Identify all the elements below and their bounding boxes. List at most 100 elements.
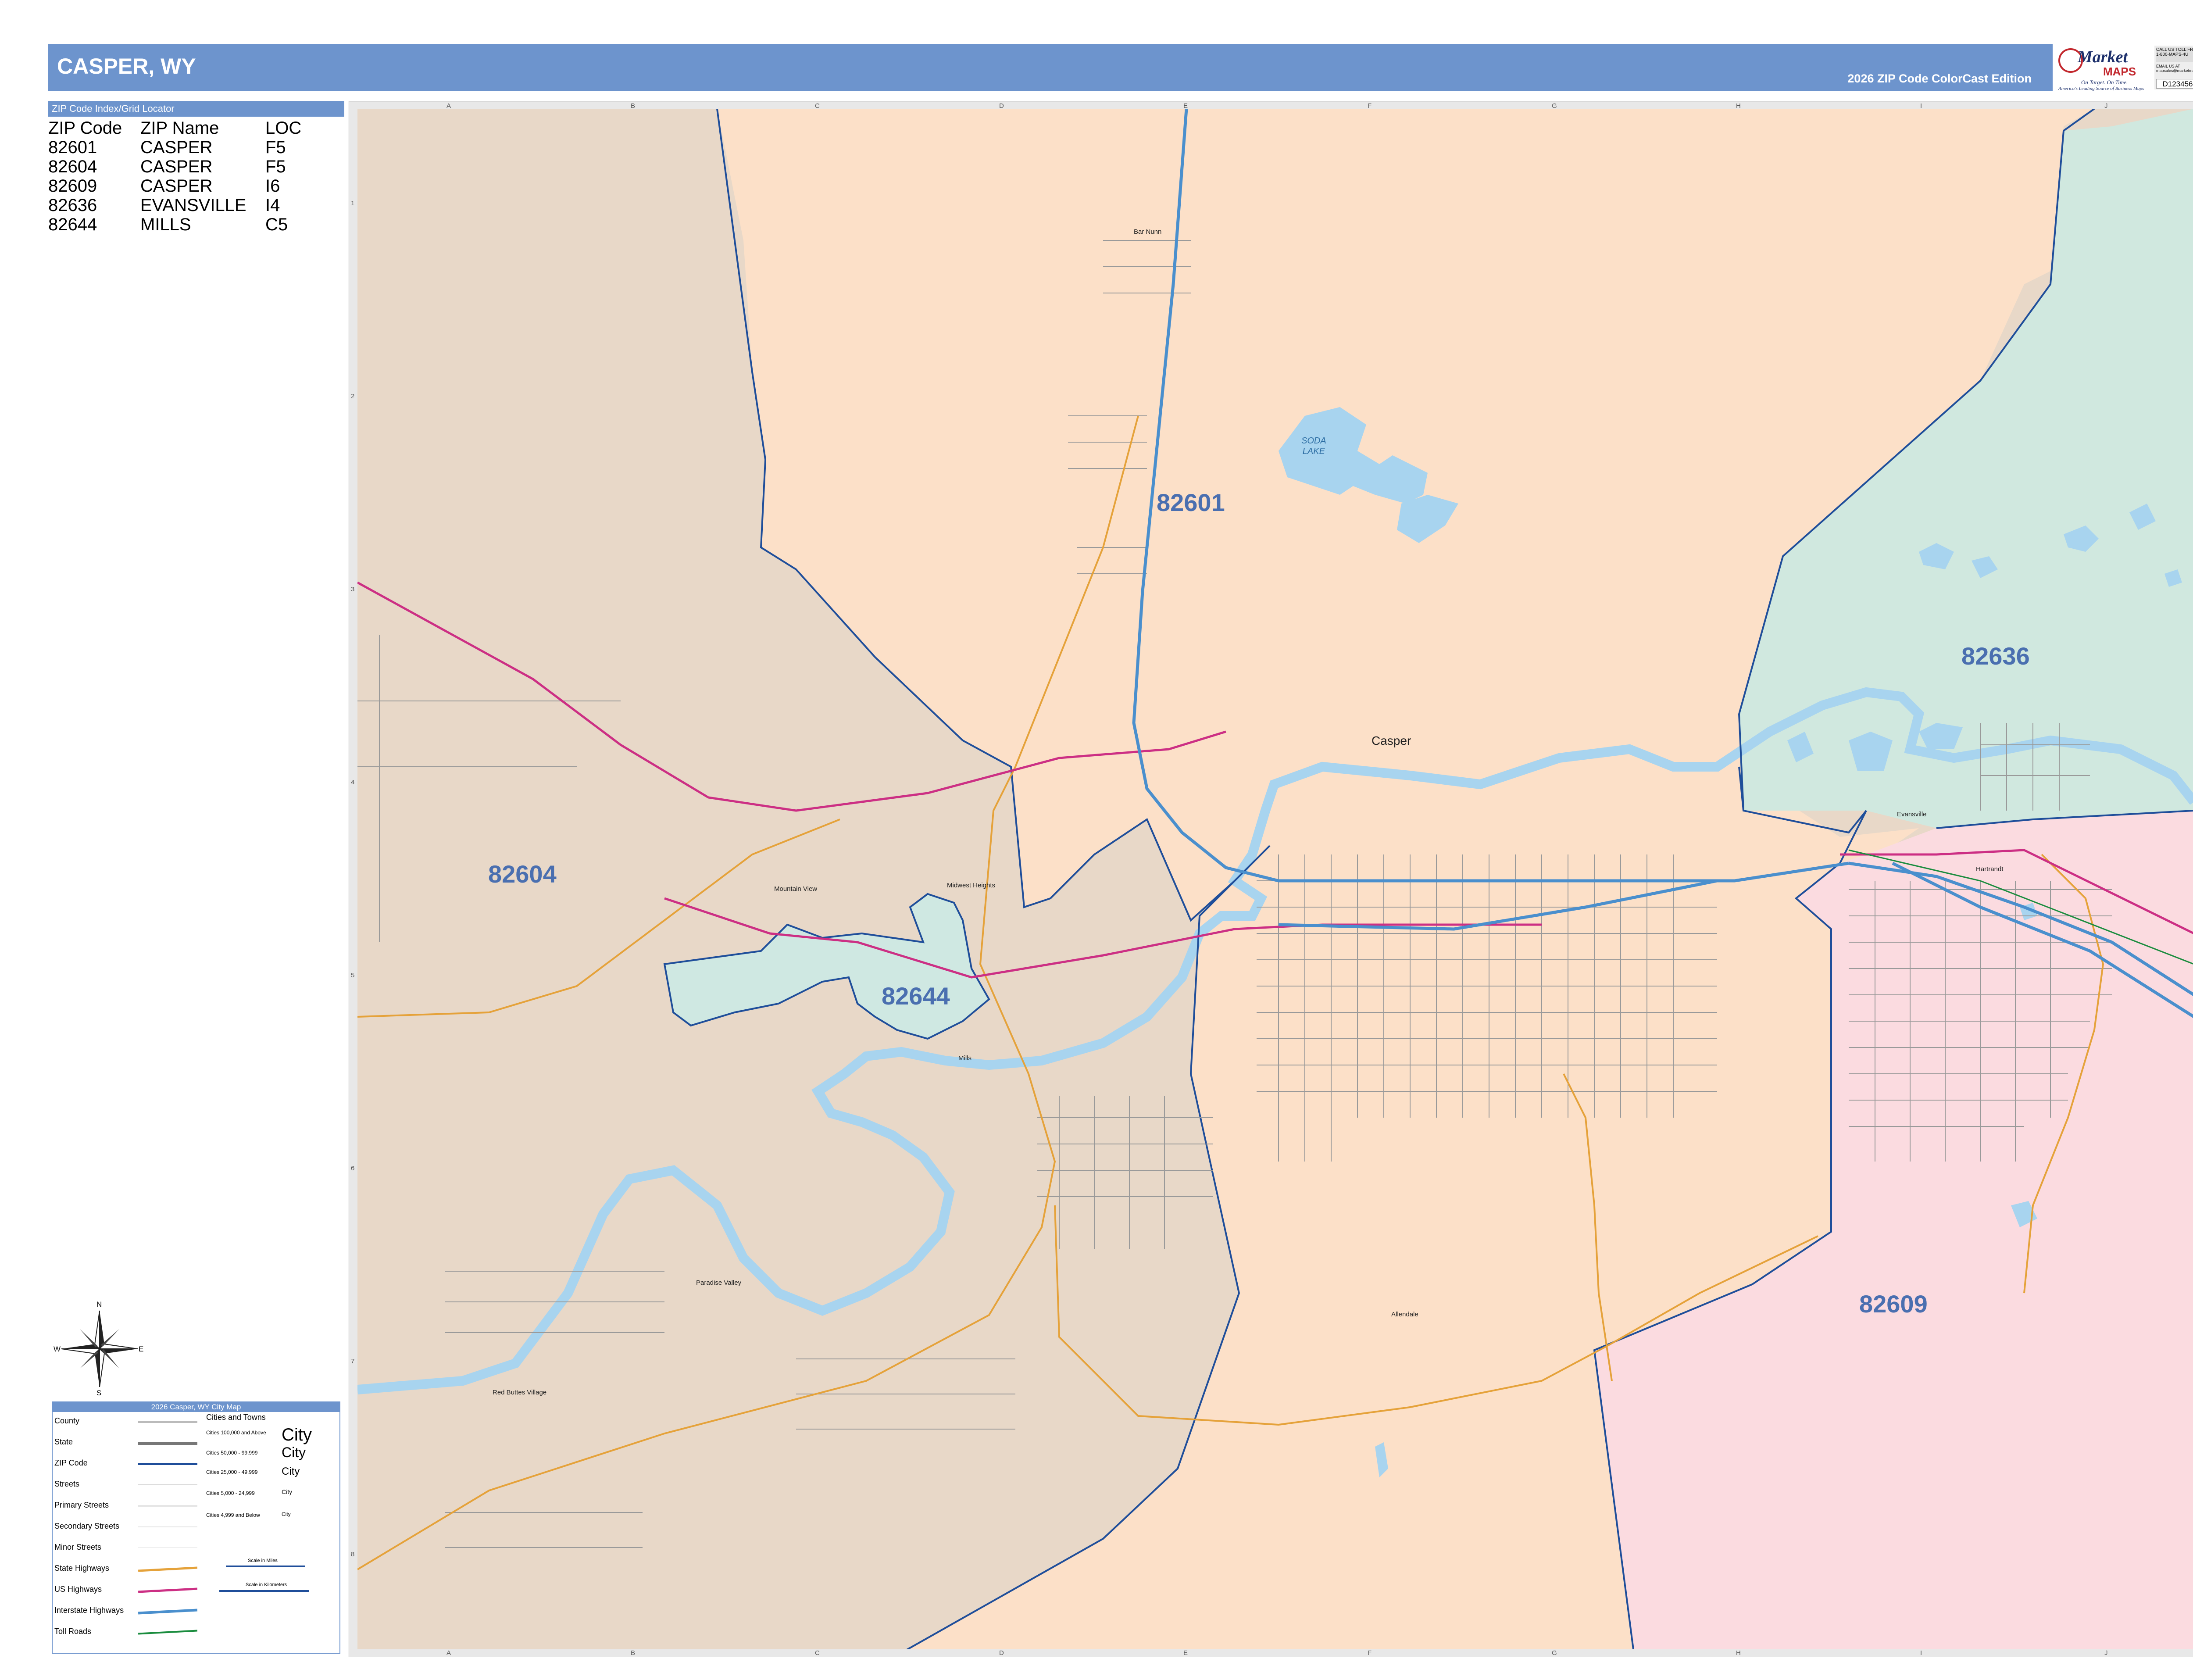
zip-cell: 82609 (48, 176, 97, 196)
place-mills: Mills (958, 1054, 971, 1062)
name-col-header: ZIP Name (140, 118, 219, 138)
scale-km-bar (219, 1590, 309, 1592)
place-mountain-view: Mountain View (774, 885, 818, 893)
grid-col-label: D (999, 1649, 1004, 1657)
legend-title: 2026 Casper, WY City Map (53, 1402, 339, 1412)
city-class-label: Cities 100,000 and Above (206, 1430, 266, 1436)
loc-cell: F5 (265, 138, 286, 157)
legend-item: County (54, 1416, 80, 1425)
zip-cell: 82636 (48, 196, 97, 215)
grid-col-label: J (2104, 1649, 2108, 1657)
state-swatch (138, 1442, 197, 1445)
scale-miles-bar (226, 1566, 305, 1567)
map-legend: 2026 Casper, WY City Map County State ZI… (52, 1401, 340, 1654)
zip-label-82609[interactable]: 82609 (1859, 1290, 1928, 1318)
grid-col-label: I (1920, 1649, 1922, 1657)
place-hartrandt: Hartrandt (1976, 865, 2004, 873)
compass-rose: N S E W (54, 1300, 146, 1397)
us-hwy-swatch (138, 1587, 198, 1593)
place-red-buttes: Red Buttes Village (493, 1389, 547, 1396)
grid-col-label: G (1552, 1649, 1557, 1657)
zip-index-header-row: ZIP Code ZIP Name LOC (48, 118, 309, 138)
streets-swatch (138, 1484, 197, 1485)
loc-col-header: LOC (265, 118, 302, 138)
water-label-line: SODA (1301, 436, 1326, 446)
call-info: CALL US TOLL FREE 1-800-MAPS-4U (2156, 47, 2193, 62)
map-header: CASPER, WY 2026 ZIP Code ColorCast Editi… (48, 44, 2053, 91)
zip-index-title: ZIP Code Index/Grid Locator (48, 101, 344, 117)
loc-cell: I4 (265, 196, 280, 215)
zip-cell: 82601 (48, 138, 97, 157)
place-paradise-valley: Paradise Valley (696, 1279, 742, 1287)
legend-item: US Highways (54, 1585, 102, 1594)
legend-item: ZIP Code (54, 1458, 88, 1467)
cities-title: Cities and Towns (206, 1413, 266, 1422)
contact-box: CALL US TOLL FREE 1-800-MAPS-4U EMAIL US… (2154, 46, 2193, 89)
name-cell: CASPER (140, 157, 213, 176)
table-row: 82604 CASPER F5 (48, 157, 309, 176)
city-example: City (282, 1488, 293, 1495)
grid-row-label: 7 (351, 1358, 355, 1365)
legend-item: State (54, 1437, 73, 1446)
logo-subtagline: America's Leading Source of Business Map… (2058, 86, 2144, 91)
zip-cell: 82604 (48, 157, 97, 176)
market-maps-logo: Market MAPS On Target. On Time. America'… (2055, 44, 2154, 91)
legend-item: Streets (54, 1480, 80, 1488)
loc-cell: C5 (265, 215, 288, 234)
compass-north: N (96, 1300, 102, 1308)
city-example: City (282, 1511, 291, 1517)
zip-code-map[interactable]: 82601 82604 82636 82644 82609 SODA LAKE … (357, 109, 2193, 1649)
place-bar-nunn: Bar Nunn (1134, 228, 1162, 236)
zip-label-82601[interactable]: 82601 (1157, 488, 1225, 517)
name-cell: EVANSVILLE (140, 196, 246, 215)
zip-col-header: ZIP Code (48, 118, 122, 138)
city-class-label: Cities 4,999 and Below (206, 1512, 260, 1518)
grid-row-label: 2 (351, 393, 355, 400)
primary-swatch (138, 1505, 197, 1507)
map-title: CASPER, WY (57, 54, 196, 79)
grid-col-label: B (631, 1649, 636, 1657)
legend-item: Minor Streets (54, 1543, 102, 1551)
interstate-swatch (138, 1609, 198, 1615)
grid-row-label: 8 (351, 1551, 355, 1558)
city-example: City (282, 1466, 300, 1477)
zip-index-table: ZIP Code ZIP Name LOC 82601 CASPER F5 82… (48, 118, 309, 234)
map-canvas (357, 109, 2193, 1649)
zip-label-82604[interactable]: 82604 (488, 860, 557, 888)
grid-col-label: H (1736, 1649, 1741, 1657)
zip-cell: 82644 (48, 215, 97, 234)
grid-col-label: E (1183, 1649, 1188, 1657)
product-code: D123456 (2156, 79, 2193, 89)
loc-cell: F5 (265, 157, 286, 176)
grid-col-label: A (446, 1649, 451, 1657)
email-info: EMAIL US AT mapsales@marketmaps.com (2156, 64, 2193, 73)
zip-label-82636[interactable]: 82636 (1961, 642, 2030, 670)
place-evansville: Evansville (1897, 811, 1927, 818)
city-example: City (282, 1425, 312, 1444)
place-midwest-heights: Midwest Heights (947, 882, 996, 889)
minor-swatch (138, 1547, 197, 1548)
compass-south: S (96, 1389, 102, 1397)
compass-icon (61, 1310, 138, 1387)
grid-row-label: 4 (351, 779, 355, 786)
legend-item: Secondary Streets (54, 1522, 120, 1530)
name-cell: CASPER (140, 176, 213, 196)
table-row: 82636 EVANSVILLE I4 (48, 196, 309, 215)
loc-cell: I6 (265, 176, 280, 196)
edition-label: 2026 ZIP Code ColorCast Edition (1847, 72, 2032, 85)
table-row: 82609 CASPER I6 (48, 176, 309, 196)
city-class-label: Cities 5,000 - 24,999 (206, 1490, 255, 1496)
zip-index-panel: ZIP Code Index/Grid Locator ZIP Code ZIP… (48, 101, 344, 234)
water-label-line: LAKE (1302, 447, 1325, 456)
name-cell: CASPER (140, 138, 213, 157)
city-example: City (282, 1444, 306, 1460)
state-hwy-swatch (138, 1566, 198, 1572)
city-class-label: Cities 50,000 - 99,999 (206, 1450, 258, 1456)
logo-tagline: On Target. On Time. (2081, 79, 2128, 86)
grid-col-label: C (815, 1649, 820, 1657)
legend-item: State Highways (54, 1564, 110, 1573)
zip-label-82644[interactable]: 82644 (882, 982, 950, 1010)
logo-brand: Market (2078, 48, 2128, 66)
legend-item: Primary Streets (54, 1501, 109, 1509)
grid-row-label: 6 (351, 1165, 355, 1172)
